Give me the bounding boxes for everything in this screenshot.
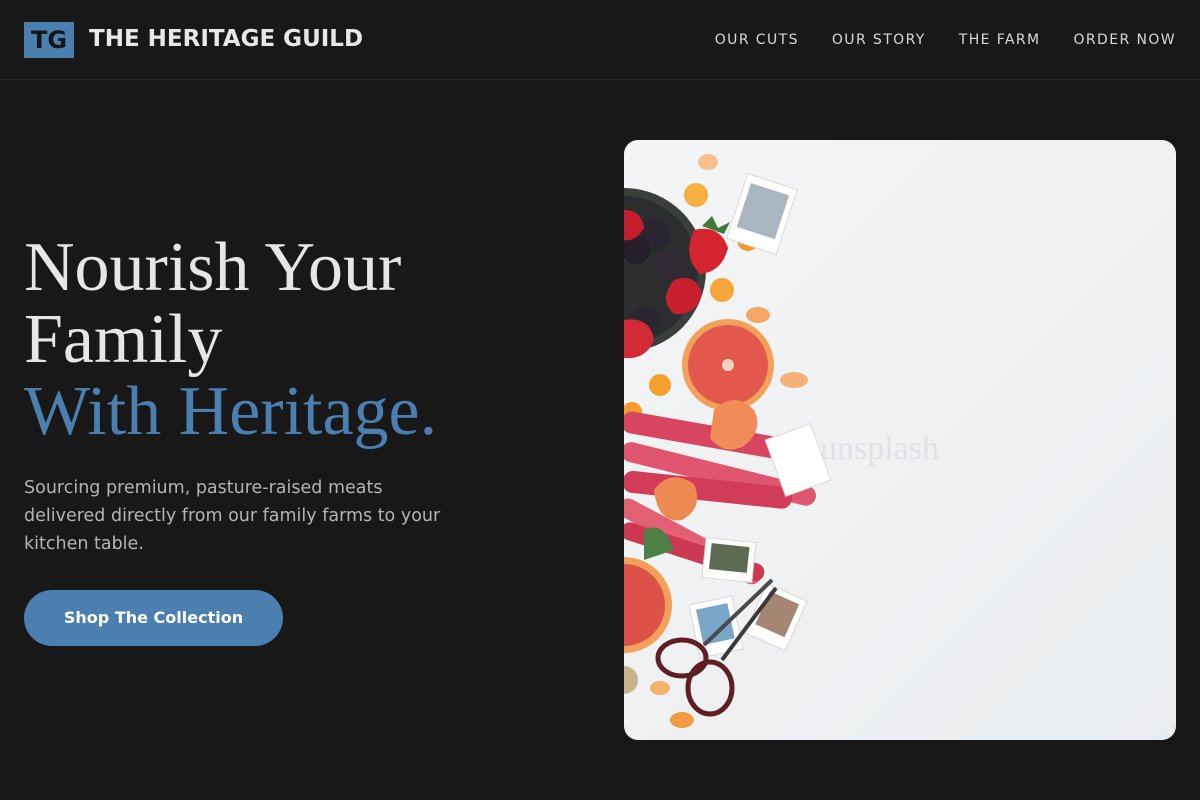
- nav-our-cuts[interactable]: OUR CUTS: [715, 30, 799, 50]
- brand-name[interactable]: THE HERITAGE GUILD: [89, 24, 363, 54]
- headline-line-2: Family: [24, 301, 223, 378]
- image-watermark: unsplash: [820, 430, 939, 467]
- shop-collection-button[interactable]: Shop The Collection: [24, 590, 283, 646]
- nav-order-now[interactable]: ORDER NOW: [1074, 30, 1177, 50]
- headline-line-1: Nourish Your: [24, 229, 402, 306]
- hero-image: unsplash: [624, 140, 1176, 740]
- nav-our-story[interactable]: OUR STORY: [832, 30, 926, 50]
- logo-badge[interactable]: TG: [24, 22, 74, 58]
- headline-accent: With Heritage.: [24, 373, 438, 450]
- hero-subtext: Sourcing premium, pasture-raised meats d…: [24, 478, 441, 554]
- main-nav: OUR CUTS OUR STORY THE FARM ORDER NOW: [715, 30, 1176, 50]
- nav-the-farm[interactable]: THE FARM: [959, 30, 1041, 50]
- hero-headline: Nourish Your Family With Heritage.: [24, 232, 437, 448]
- site-header: TG THE HERITAGE GUILD OUR CUTS OUR STORY…: [0, 0, 1200, 80]
